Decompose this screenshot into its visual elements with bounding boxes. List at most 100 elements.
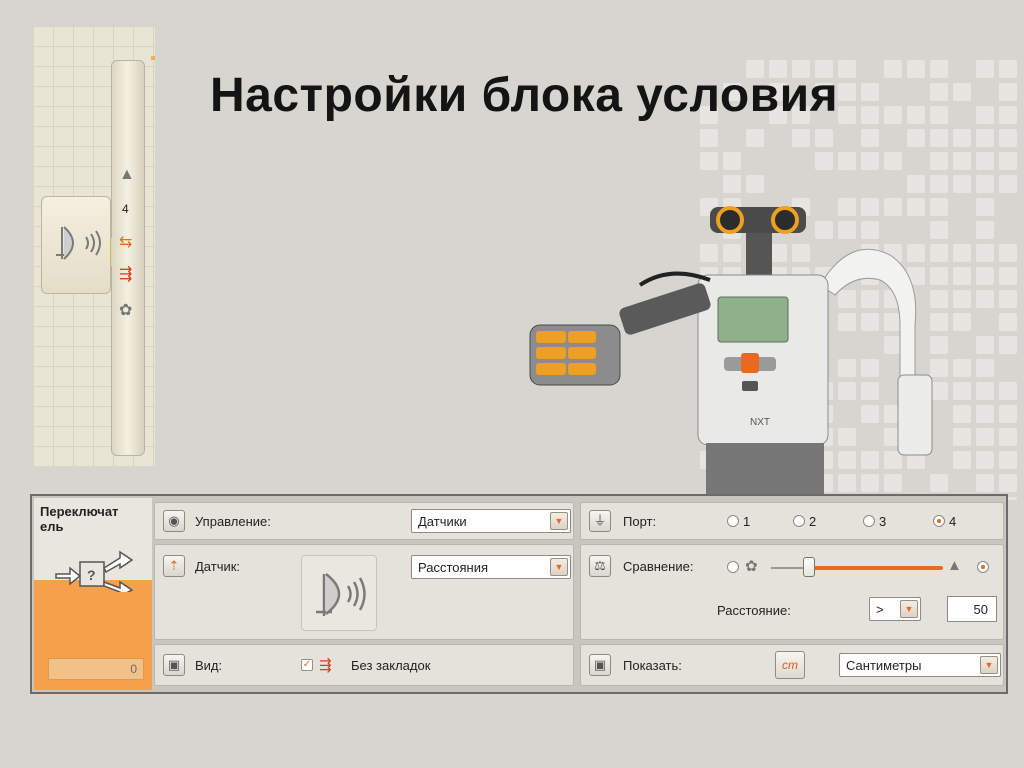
sensor-select[interactable]: Расстояния ▼ — [411, 555, 571, 579]
block-counter-field[interactable]: 0 — [48, 658, 144, 680]
sequence-icon: ⇶ — [119, 266, 133, 283]
sensor-preview — [301, 555, 377, 631]
background-pixel — [999, 83, 1017, 101]
background-pixel — [976, 106, 994, 124]
background-pixel — [999, 60, 1017, 78]
background-pixel — [953, 175, 971, 193]
chevron-down-icon: ▼ — [980, 656, 998, 674]
compare-row: ⚖ Сравнение: ✿ ▲ Расстояние: > ▼ 50 — [580, 544, 1004, 640]
background-pixel — [884, 60, 902, 78]
scales-icon: ⚖ — [589, 555, 611, 577]
background-pixel — [907, 129, 925, 147]
background-pixel — [999, 106, 1017, 124]
compare-slider-thumb[interactable] — [803, 557, 815, 577]
background-pixel — [723, 152, 741, 170]
sensor-select-icon: ⇡ — [163, 555, 185, 577]
port-label: Порт: — [623, 514, 657, 529]
background-pixel — [815, 129, 833, 147]
compare-label: Сравнение: — [623, 559, 694, 574]
nxt-robot-illustration: NXT — [529, 206, 933, 500]
ultrasonic-sensor-icon — [316, 573, 366, 616]
control-label: Управление: — [195, 514, 271, 529]
background-pixel — [838, 106, 856, 124]
port-option-4: 4 — [949, 514, 957, 529]
background-pixel — [976, 60, 994, 78]
port-radio-3[interactable] — [863, 515, 875, 527]
show-label: Показать: — [623, 658, 682, 673]
compare-far-radio[interactable] — [977, 561, 989, 573]
background-pixel — [700, 129, 718, 147]
compare-slider-track[interactable] — [807, 566, 943, 570]
background-pixel — [838, 60, 856, 78]
background-pixel — [953, 129, 971, 147]
port-plug-icon: ⏚ — [589, 510, 611, 532]
unit-button[interactable]: cm — [775, 651, 805, 679]
background-pixel — [930, 60, 948, 78]
background-pixel — [999, 129, 1017, 147]
ultrasonic-sensor-icon — [56, 226, 101, 260]
view-icon: ▣ — [163, 654, 185, 676]
sensor-row: ⇡ Датчик: Расстояния ▼ — [154, 544, 574, 640]
background-pixel — [976, 129, 994, 147]
sensor-select-value: Расстояния — [418, 560, 489, 575]
view-checkbox[interactable]: ✓ — [301, 659, 313, 671]
distance-input[interactable]: 50 — [947, 596, 997, 622]
background-pixel — [999, 290, 1017, 308]
background-pixel — [976, 175, 994, 193]
operator-value: > — [876, 602, 884, 617]
background-pixel — [999, 428, 1017, 446]
background-pixel — [999, 336, 1017, 354]
background-pixel — [723, 175, 741, 193]
port-radio-2[interactable] — [793, 515, 805, 527]
distance-label: Расстояние: — [717, 603, 791, 618]
mountain-icon: ▲ — [947, 557, 962, 574]
background-pixel — [861, 152, 879, 170]
background-pixel — [930, 129, 948, 147]
switch-block-icon: ? — [55, 550, 134, 592]
chevron-down-icon: ▼ — [900, 600, 918, 618]
strip-port-number: 4 — [122, 202, 129, 216]
background-pixel — [999, 405, 1017, 423]
unit-select[interactable]: Сантиметры ▼ — [839, 653, 1001, 677]
show-row: ▣ Показать: cm Сантиметры ▼ — [580, 644, 1004, 686]
svg-text:NXT: NXT — [750, 417, 770, 428]
eye-icon: ◉ — [163, 510, 185, 532]
program-sequence-strip: ▲ 4 ⇆ ⇶ ✿ — [33, 26, 155, 466]
background-pixel — [907, 60, 925, 78]
block-summary: Переключат ель ? 0 — [34, 498, 152, 690]
sensor-label: Датчик: — [195, 559, 241, 574]
background-pixel — [999, 474, 1017, 492]
background-pixel — [700, 152, 718, 170]
ultrasonic-sensor-block[interactable] — [41, 196, 111, 294]
switch-block-body[interactable] — [111, 60, 145, 456]
port-option-3: 3 — [879, 514, 887, 529]
port-option-2: 2 — [809, 514, 817, 529]
view-checkbox-label: Без закладок — [351, 658, 431, 673]
background-pixel — [930, 175, 948, 193]
port-radio-4[interactable] — [933, 515, 945, 527]
control-select[interactable]: Датчики ▼ — [411, 509, 571, 533]
background-pixel — [746, 129, 764, 147]
flower-icon: ✿ — [745, 558, 758, 575]
background-pixel — [999, 313, 1017, 331]
switch-branch-icon: ⇆ — [119, 234, 133, 251]
compare-near-radio[interactable] — [727, 561, 739, 573]
port-radio-1[interactable] — [727, 515, 739, 527]
block-config-panel: Переключат ель ? 0 ◉ Управление: Датчики… — [30, 494, 1008, 694]
operator-select[interactable]: > ▼ — [869, 597, 921, 621]
background-pixel — [792, 129, 810, 147]
background-pixel — [746, 175, 764, 193]
slider-track-left — [771, 567, 807, 569]
control-row: ◉ Управление: Датчики ▼ — [154, 502, 574, 540]
background-pixel — [999, 152, 1017, 170]
background-pixel — [907, 106, 925, 124]
background-pixel — [999, 267, 1017, 285]
flower-icon: ✿ — [119, 302, 133, 319]
chevron-down-icon: ▼ — [550, 558, 568, 576]
background-pixel — [999, 382, 1017, 400]
port-option-1: 1 — [743, 514, 751, 529]
chevron-down-icon: ▼ — [550, 512, 568, 530]
slide-title: Настройки блока условия — [210, 69, 839, 122]
view-row: ▣ Вид: ✓ ⇶ Без закладок — [154, 644, 574, 686]
background-pixel — [930, 83, 948, 101]
